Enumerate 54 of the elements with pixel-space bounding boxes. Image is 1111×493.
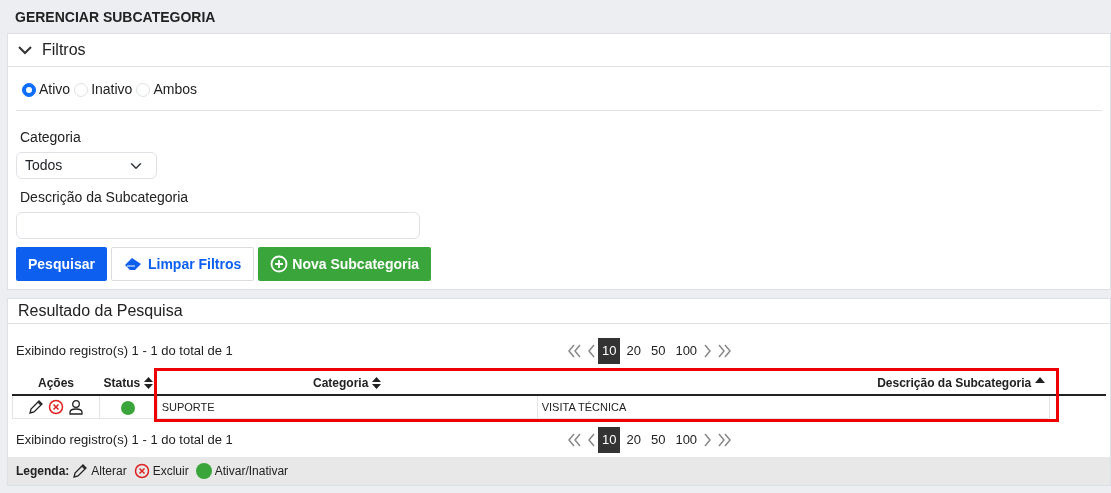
- user-icon[interactable]: [68, 398, 84, 415]
- next-page-icon[interactable]: [703, 342, 714, 359]
- table-cell: SUPORTE: [157, 394, 538, 419]
- column-header[interactable]: Categoria: [313, 373, 369, 392]
- record-count: Exibindo registro(s) 1 - 1 do total de 1: [16, 342, 234, 360]
- previous-page-icon[interactable]: [586, 342, 596, 359]
- description-input[interactable]: [16, 212, 420, 239]
- page-size-option[interactable]: 10: [598, 338, 621, 364]
- column-header[interactable]: Ações: [38, 373, 74, 392]
- page-size-option[interactable]: 100: [671, 427, 702, 453]
- field-label: Descrição da Subcategoria: [20, 188, 190, 207]
- status-dot: [195, 462, 212, 479]
- previous-page-icon[interactable]: [586, 431, 596, 448]
- panel-title: Filtros: [42, 40, 86, 60]
- page-size-option[interactable]: 50: [646, 427, 670, 453]
- page-size-option[interactable]: 10: [598, 427, 621, 453]
- pencil-icon[interactable]: [28, 398, 44, 415]
- radio-label[interactable]: Ativo: [39, 79, 71, 100]
- page-size-option[interactable]: 20: [622, 338, 645, 364]
- sort-icon[interactable]: [372, 376, 382, 389]
- next-page-icon[interactable]: [703, 431, 714, 448]
- sort-ascending-icon[interactable]: [1035, 376, 1046, 383]
- chevron-icon[interactable]: [18, 45, 32, 55]
- close-icon[interactable]: [48, 398, 64, 415]
- pencil-icon: [72, 462, 89, 479]
- column-header[interactable]: Status: [103, 373, 141, 392]
- legend-label: Excluir: [152, 462, 189, 480]
- page-size-option[interactable]: 20: [622, 427, 645, 453]
- plus-circle-icon: [270, 255, 289, 273]
- eraser-icon: [123, 257, 144, 271]
- record-count: Exibindo registro(s) 1 - 1 do total de 1: [16, 431, 234, 449]
- page-size-option[interactable]: 100: [671, 338, 702, 364]
- first-page-icon[interactable]: [566, 431, 584, 448]
- radio-label[interactable]: Ambos: [153, 79, 197, 100]
- last-page-icon[interactable]: [715, 431, 734, 448]
- radio-button[interactable]: [22, 82, 36, 97]
- legend-label: Ativar/Inativar: [214, 462, 289, 480]
- panel-title: Resultado da Pesquisa: [18, 301, 183, 321]
- close-icon: [133, 462, 150, 479]
- radio-label[interactable]: Inativo: [91, 79, 133, 100]
- column-header[interactable]: Descrição da Subcategoria: [877, 373, 1032, 392]
- page-size-option[interactable]: 50: [646, 338, 670, 364]
- status-dot[interactable]: [121, 400, 136, 415]
- first-page-icon[interactable]: [566, 342, 584, 359]
- last-page-icon[interactable]: [715, 342, 734, 359]
- clear-filters-button[interactable]: Limpar Filtros: [110, 247, 255, 281]
- page-title: GERENCIAR SUBCATEGORIA: [14, 8, 217, 27]
- field-label: Categoria: [20, 128, 82, 147]
- sort-icon[interactable]: [144, 376, 154, 389]
- search-button[interactable]: Pesquisar: [16, 247, 107, 281]
- category-select[interactable]: Todos: [16, 152, 157, 179]
- legend-title: Legenda:: [16, 462, 70, 480]
- legend-label: Alterar: [91, 462, 127, 480]
- table-cell: VISITA TÉCNICA: [537, 394, 1050, 419]
